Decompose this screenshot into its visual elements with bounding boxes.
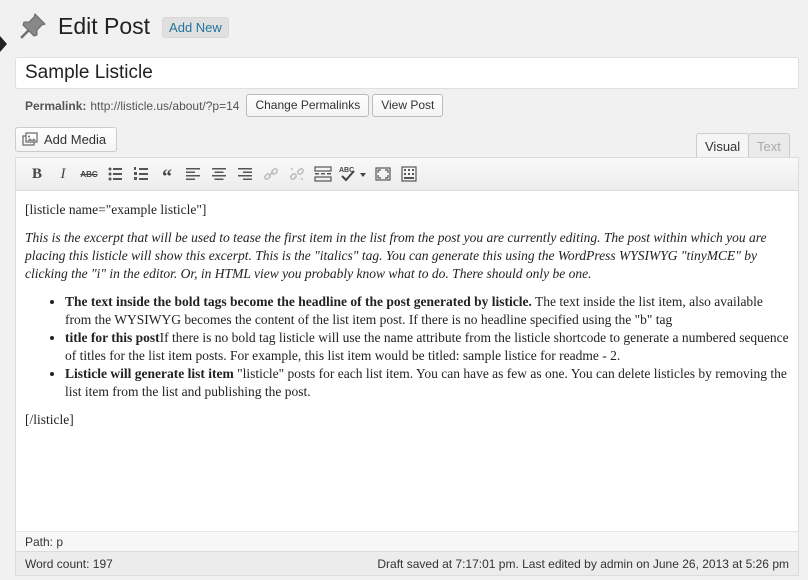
align-left-icon[interactable] (180, 162, 206, 186)
align-right-icon[interactable] (232, 162, 258, 186)
editor-toolbar: B I ABC “ ABC (16, 158, 798, 191)
blockquote-button[interactable]: “ (154, 162, 180, 188)
list-item: Listicle will generate list item "listic… (65, 365, 789, 401)
close-shortcode: [/listicle] (25, 412, 74, 427)
post-editor: B I ABC “ ABC [listicle name="example li… (15, 157, 799, 576)
word-count: Word count: 197 (25, 557, 113, 571)
excerpt-paragraph: This is the excerpt that will be used to… (25, 229, 789, 283)
path-bar: Path: p (16, 531, 798, 551)
italic-button[interactable]: I (50, 162, 76, 186)
add-new-button[interactable]: Add New (162, 16, 229, 38)
kitchen-sink-icon[interactable] (396, 162, 422, 186)
unlink-icon[interactable] (284, 162, 310, 186)
spellcheck-button[interactable]: ABC (336, 162, 370, 186)
list-item-text: If there is no bold tag listicle will us… (65, 330, 789, 363)
open-shortcode: [listicle name="example listicle"] (25, 202, 207, 217)
list-item: title for this postIf there is no bold t… (65, 329, 789, 365)
bold-button[interactable]: B (24, 162, 50, 186)
listicle-items: The text inside the bold tags become the… (25, 293, 789, 401)
collapse-arrow-icon[interactable] (0, 36, 7, 52)
more-tag-icon[interactable] (310, 162, 336, 186)
tab-visual[interactable]: Visual (696, 133, 750, 159)
add-media-button[interactable]: Add Media (15, 127, 118, 152)
excerpt-text: This is the excerpt that will be used to… (25, 230, 767, 281)
permalink-label: Permalink: (25, 98, 87, 113)
list-item-headline: The text inside the bold tags become the… (65, 294, 532, 309)
view-post-button[interactable]: View Post (372, 94, 444, 117)
add-media-label: Add Media (44, 132, 107, 147)
change-permalinks-button[interactable]: Change Permalinks (246, 94, 370, 117)
list-item: The text inside the bold tags become the… (65, 293, 789, 329)
fullscreen-icon[interactable] (370, 162, 396, 186)
strikethrough-button[interactable]: ABC (76, 162, 102, 186)
media-icon (22, 131, 38, 146)
page-header: Edit Post Add New (18, 8, 229, 44)
tab-text[interactable]: Text (748, 133, 790, 158)
align-center-icon[interactable] (206, 162, 232, 186)
pushpin-icon (20, 13, 46, 39)
permalink-row: Permalink: http://listicle.us/about/?p=1… (25, 94, 444, 117)
numbered-list-icon[interactable] (128, 162, 154, 186)
editor-content[interactable]: [listicle name="example listicle"] This … (16, 191, 798, 531)
list-item-headline: title for this post (65, 330, 160, 345)
draft-status: Draft saved at 7:17:01 pm. Last edited b… (377, 557, 789, 571)
post-title-input[interactable] (15, 57, 799, 89)
insert-link-icon[interactable] (258, 162, 284, 186)
bullet-list-icon[interactable] (102, 162, 128, 186)
list-item-headline: Listicle will generate list item (65, 366, 234, 381)
status-bar: Word count: 197 Draft saved at 7:17:01 p… (16, 551, 798, 575)
page-title: Edit Post (58, 12, 151, 39)
permalink-url[interactable]: http://listicle.us/about/?p=14 (90, 99, 239, 113)
